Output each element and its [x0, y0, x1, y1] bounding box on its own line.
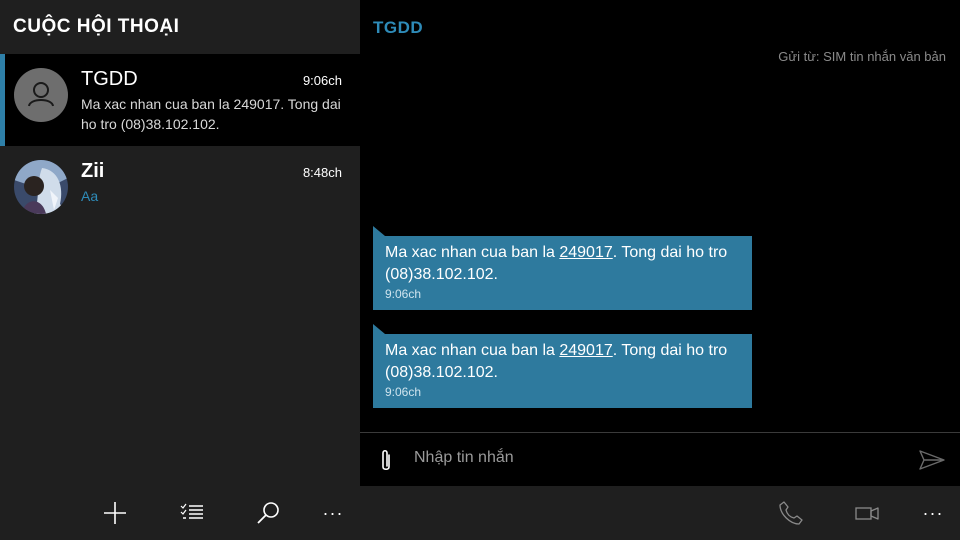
conversation-item-tgdd[interactable]: TGDD 9:06ch Ma xac nhan cua ban la 24901… — [0, 54, 360, 146]
app-bar: ··· ··· — [0, 486, 960, 540]
call-button[interactable] — [777, 499, 805, 527]
send-icon[interactable] — [918, 449, 946, 471]
message-time: 9:06ch — [385, 287, 422, 301]
person-icon — [28, 82, 54, 107]
more-button-thread[interactable]: ··· — [919, 499, 947, 527]
video-icon — [855, 507, 879, 520]
more-icon: ··· — [322, 503, 344, 523]
search-button[interactable] — [254, 499, 282, 527]
message-bubble: Ma xac nhan cua ban la 249017. Tong dai … — [373, 226, 752, 310]
conversation-snippet: Ma xac nhan cua ban la 249017. Tong dai … — [81, 96, 341, 132]
page-title: CUỘC HỘI THOẠI — [13, 16, 180, 37]
avatar — [14, 160, 68, 214]
more-icon: ··· — [922, 503, 944, 523]
photo-avatar-icon — [14, 160, 68, 214]
message-input[interactable]: Nhập tin nhắn — [414, 449, 894, 467]
thread-title: TGDD — [373, 18, 424, 37]
add-button[interactable] — [101, 499, 129, 527]
message-bubble: Ma xac nhan cua ban la 249017. Tong dai … — [373, 324, 752, 408]
conversation-item-zii[interactable]: Zii 8:48ch Aa — [0, 146, 360, 238]
select-list-icon — [180, 503, 203, 519]
message-thread-pane: TGDD Gửi từ: SIM tin nhắn văn bản Ma xac… — [360, 0, 960, 486]
conversation-time: 9:06ch — [302, 73, 342, 88]
conversation-list-pane: CUỘC HỘI THOẠI TGDD 9:06ch Ma xac nhan c… — [0, 0, 360, 486]
conversation-name: TGDD — [81, 68, 138, 90]
send-from-selector[interactable]: Gửi từ: SIM tin nhắn văn bản — [778, 49, 946, 64]
add-icon — [104, 502, 126, 524]
message-text: Ma xac nhan cua ban la 249017. Tong dai … — [385, 342, 728, 381]
code-link[interactable]: 249017 — [559, 244, 612, 261]
select-button[interactable] — [178, 499, 206, 527]
video-call-button[interactable] — [853, 499, 881, 527]
attachment-icon[interactable] — [377, 448, 395, 474]
search-icon — [257, 502, 279, 524]
avatar — [14, 68, 68, 122]
message-time: 9:06ch — [385, 385, 422, 399]
code-link[interactable]: 249017 — [559, 342, 612, 359]
message-text: Ma xac nhan cua ban la 249017. Tong dai … — [385, 244, 728, 283]
conversation-name: Zii — [81, 160, 105, 182]
compose-bar: Nhập tin nhắn — [360, 432, 960, 486]
conversation-snippet: Aa — [81, 188, 99, 204]
phone-icon — [779, 501, 803, 525]
more-button[interactable]: ··· — [319, 499, 347, 527]
conversation-time: 8:48ch — [302, 165, 342, 180]
